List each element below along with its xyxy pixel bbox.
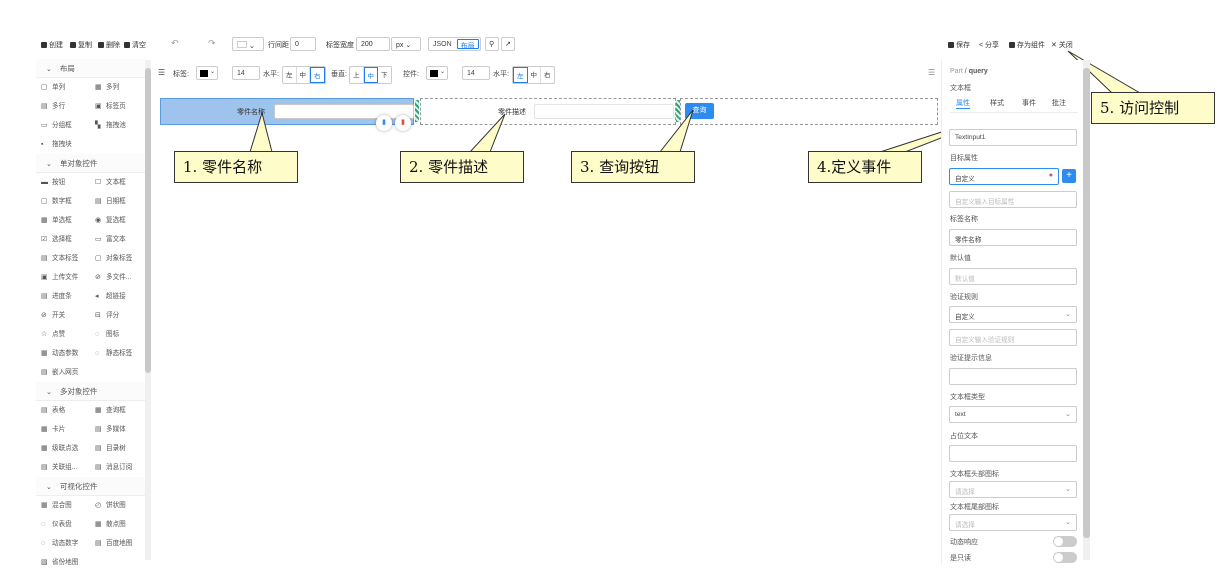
readonly-toggle[interactable] xyxy=(1053,552,1077,563)
panel-scrollbar[interactable] xyxy=(1083,60,1090,560)
callout-part-desc: 2. 零件描述 xyxy=(400,151,524,183)
chevron-down-icon: ⌄ xyxy=(1065,486,1071,493)
tab-2[interactable]: 事件 xyxy=(1022,98,1036,108)
validation-msg-label: 验证提示信息 xyxy=(950,355,992,362)
label-name-label: 标签名称 xyxy=(950,216,978,223)
head-icon-label: 文本框头部图标 xyxy=(950,471,999,478)
readonly-label: 是只读 xyxy=(950,555,971,562)
tab-0[interactable]: 属性 xyxy=(956,98,970,109)
chevron-down-icon: ⌄ xyxy=(1065,519,1071,526)
validation-custom-input[interactable]: 自定义输入验证规则 xyxy=(949,329,1077,346)
callout-part-name: 1. 零件名称 xyxy=(174,151,298,183)
validation-select[interactable]: 自定义 ⌄ xyxy=(949,306,1077,323)
section-title: 文本框 xyxy=(950,85,971,92)
placeholder-label: 占位文本 xyxy=(950,433,978,440)
dynamic-toggle[interactable] xyxy=(1053,536,1077,547)
target-attr-custom-input[interactable]: 自定义输入目标属性 xyxy=(949,191,1077,208)
label-name-input[interactable]: 零件名称 xyxy=(949,229,1077,246)
property-tabs: 属性 样式 事件 批注 xyxy=(950,98,1078,110)
head-icon-select[interactable]: 请选择 ⌄ xyxy=(949,481,1077,498)
property-panel: Part / query 文本框 属性 样式 事件 批注 TextInput1 目标属… xyxy=(941,60,1087,564)
textbox-type-select[interactable]: text ⌄ xyxy=(949,406,1077,423)
placeholder-input[interactable] xyxy=(949,445,1077,462)
dynamic-label: 动态响应 xyxy=(950,539,978,546)
target-attr-label: 目标属性 xyxy=(950,155,978,162)
breadcrumb: Part / query xyxy=(950,68,988,75)
validation-msg-input[interactable] xyxy=(949,368,1077,385)
validation-label: 验证规则 xyxy=(950,294,978,301)
textbox-type-label: 文本框类型 xyxy=(950,394,985,401)
tab-3[interactable]: 批注 xyxy=(1052,98,1066,108)
tail-icon-select[interactable]: 请选择 ⌄ xyxy=(949,514,1077,531)
add-icon[interactable]: + xyxy=(1062,169,1076,183)
chevron-down-icon: ⌄ xyxy=(1065,411,1071,418)
panel-scroll-thumb[interactable] xyxy=(1083,68,1090,538)
default-value-label: 默认值 xyxy=(950,255,971,262)
target-attr-select[interactable]: 自定义 ● xyxy=(949,168,1059,185)
tail-icon-label: 文本框尾部图标 xyxy=(950,504,999,511)
tab-1[interactable]: 样式 xyxy=(990,98,1004,108)
chevron-down-icon: ⌄ xyxy=(1065,311,1071,318)
default-value-input[interactable]: 默认值 xyxy=(949,268,1077,285)
callout-access-control: 5. 访问控制 xyxy=(1091,92,1215,124)
callout-define-event: 4.定义事件 xyxy=(808,151,922,183)
control-id-field[interactable]: TextInput1 xyxy=(949,129,1077,146)
callout-query-button: 3. 查询按钮 xyxy=(571,151,695,183)
